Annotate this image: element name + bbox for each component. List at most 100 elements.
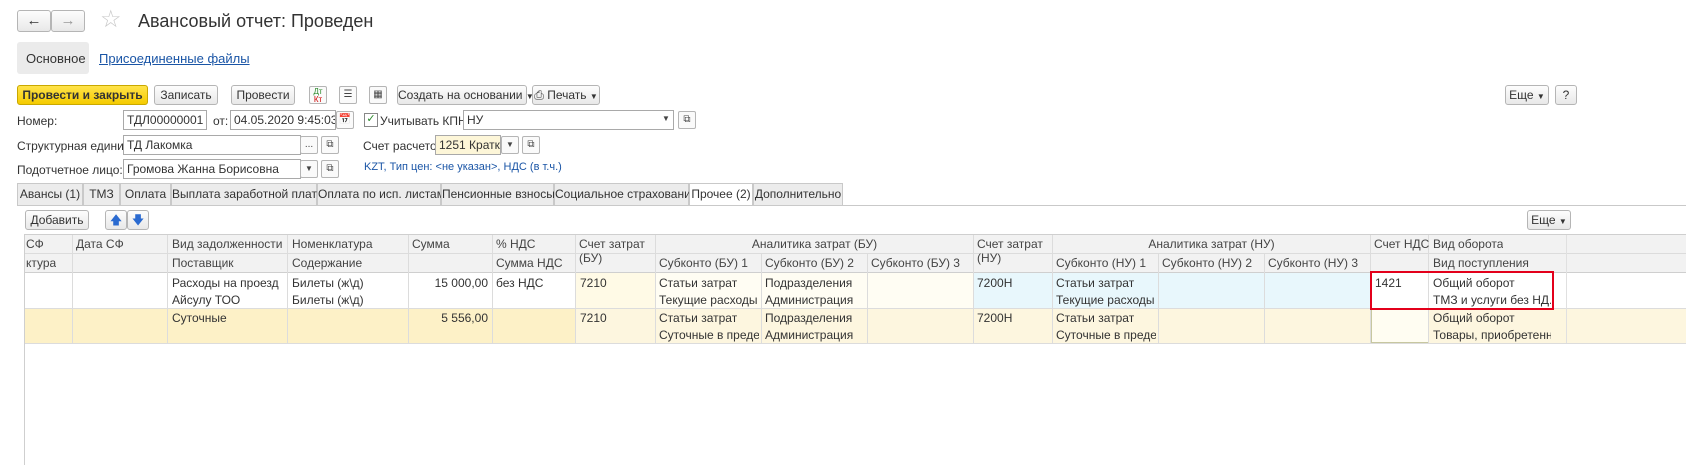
list-icon[interactable]: ☰ bbox=[339, 86, 357, 104]
section-main[interactable]: Основное bbox=[17, 42, 89, 74]
current-cell[interactable] bbox=[1371, 309, 1429, 343]
more-button[interactable]: Еще ▼ bbox=[1505, 85, 1549, 105]
row1-debt-type[interactable]: Расходы на проезд bbox=[172, 276, 279, 290]
col-sf-date[interactable]: Дата СФ bbox=[76, 237, 124, 251]
number-field[interactable]: ТДЛ00000001 bbox=[123, 110, 207, 130]
col-debt-type[interactable]: Вид задолженности bbox=[172, 237, 282, 251]
favorite-star-icon[interactable]: ☆ bbox=[100, 6, 122, 34]
dropdown-arrow-icon: ▼ bbox=[1536, 92, 1545, 101]
move-down-button[interactable]: 🡇 bbox=[127, 210, 149, 230]
row2-sub-bu2-b[interactable]: Администрация bbox=[765, 328, 853, 342]
account-label: Счет расчетов: bbox=[363, 139, 447, 153]
col-sub-nu2[interactable]: Субконто (НУ) 2 bbox=[1162, 256, 1252, 270]
row2-cost-acc-nu[interactable]: 7200Н bbox=[977, 311, 1012, 325]
col-factura[interactable]: ктура bbox=[26, 256, 56, 270]
account-dropdown-icon[interactable]: ▼ bbox=[501, 136, 519, 154]
person-open-icon[interactable]: ⧉ bbox=[321, 160, 339, 178]
tab-tmz[interactable]: ТМЗ bbox=[83, 183, 120, 205]
account-field[interactable]: 1251 Краткос bbox=[435, 135, 501, 155]
tab-payment[interactable]: Оплата bbox=[120, 183, 171, 205]
nu-open-icon[interactable]: ⧉ bbox=[678, 111, 696, 129]
col-analytics-nu: Аналитика затрат (НУ) bbox=[1148, 237, 1275, 251]
row1-sub-bu1-b[interactable]: Текущие расходы bbox=[659, 293, 758, 307]
row2-turnover-type[interactable]: Общий оборот bbox=[1433, 311, 1515, 325]
row2-sub-nu1-b[interactable]: Суточные в предел... bbox=[1056, 328, 1156, 342]
col-sum[interactable]: Сумма bbox=[412, 237, 450, 251]
row2-receipt-type[interactable]: Товары, приобретенн... bbox=[1433, 328, 1551, 342]
tab-additional[interactable]: Дополнительно bbox=[753, 183, 843, 205]
move-up-button[interactable]: 🡅 bbox=[105, 210, 127, 230]
col-vat-pct[interactable]: % НДС bbox=[496, 237, 535, 251]
row1-sub-nu1-a[interactable]: Статьи затрат bbox=[1056, 276, 1134, 290]
col-nomenclature[interactable]: Номенклатура bbox=[292, 237, 373, 251]
row1-sub-bu2-a[interactable]: Подразделения bbox=[765, 276, 852, 290]
row2-sub-bu2-a[interactable]: Подразделения bbox=[765, 311, 852, 325]
row1-sum[interactable]: 15 000,00 bbox=[408, 276, 488, 290]
col-supplier[interactable]: Поставщик bbox=[172, 256, 234, 270]
help-button[interactable]: ? bbox=[1555, 85, 1577, 105]
col-divider bbox=[761, 254, 762, 343]
calendar-icon[interactable]: 📅 bbox=[336, 111, 354, 129]
unit-select-icon[interactable]: ... bbox=[300, 136, 318, 154]
tab-advances[interactable]: Авансы (1) bbox=[17, 183, 83, 205]
kpn-checkbox[interactable]: ✓ bbox=[364, 113, 378, 127]
tab-social[interactable]: Социальное страхование bbox=[554, 183, 697, 205]
col-vat-acc[interactable]: Счет НДС bbox=[1374, 237, 1429, 251]
col-divider bbox=[72, 235, 73, 343]
forward-button[interactable]: → bbox=[51, 10, 85, 32]
col-vat-sum[interactable]: Сумма НДС bbox=[496, 256, 563, 270]
tab-other[interactable]: Прочее (2) bbox=[689, 183, 753, 206]
person-dropdown-icon[interactable]: ▼ bbox=[300, 160, 318, 178]
row1-nomenclature[interactable]: Билеты (ж\д) bbox=[292, 276, 364, 290]
row1-sub-bu1-a[interactable]: Статьи затрат bbox=[659, 276, 737, 290]
tab-pension[interactable]: Пенсионные взносы bbox=[441, 183, 555, 205]
print-button[interactable]: ⎙ Печать ▼ bbox=[532, 85, 600, 105]
col-sub-bu2[interactable]: Субконто (БУ) 2 bbox=[765, 256, 854, 270]
section-attachments-link[interactable]: Присоединенные файлы bbox=[99, 51, 250, 66]
tab-exec-lists[interactable]: Оплата по исп. листам bbox=[317, 183, 445, 205]
more-label: Еще bbox=[1509, 88, 1534, 102]
row1-vat-pct[interactable]: без НДС bbox=[496, 276, 543, 290]
create-based-on-button[interactable]: Создать на основании ▼ bbox=[397, 85, 534, 105]
row1-cost-acc-nu[interactable]: 7200Н bbox=[977, 276, 1012, 290]
row2-sum[interactable]: 5 556,00 bbox=[408, 311, 488, 325]
row2-sub-bu1-b[interactable]: Суточные в предел... bbox=[659, 328, 759, 342]
back-button[interactable]: ← bbox=[17, 10, 51, 32]
save-button[interactable]: Записать bbox=[154, 85, 218, 105]
col-cost-acc-bu[interactable]: Счет затрат (БУ) bbox=[579, 237, 651, 265]
unit-open-icon[interactable]: ⧉ bbox=[321, 136, 339, 154]
post-button[interactable]: Провести bbox=[231, 85, 295, 105]
col-sub-nu3[interactable]: Субконто (НУ) 3 bbox=[1268, 256, 1358, 270]
structure-icon[interactable]: ▦ bbox=[369, 86, 387, 104]
nu-select[interactable]: НУ bbox=[463, 110, 674, 130]
person-field[interactable]: Громова Жанна Борисовна bbox=[123, 159, 301, 179]
row1-cost-acc-bu[interactable]: 7210 bbox=[580, 276, 607, 290]
dt-kt-icon[interactable]: Дт Кт bbox=[309, 86, 327, 104]
date-field[interactable]: 04.05.2020 9:45:03 bbox=[230, 110, 336, 130]
row2-sub-bu1-a[interactable]: Статьи затрат bbox=[659, 311, 737, 325]
row2-debt-type[interactable]: Суточные bbox=[172, 311, 227, 325]
row1-supplier[interactable]: Айсулу ТОО bbox=[172, 293, 240, 307]
table-more-button[interactable]: Еще ▼ bbox=[1527, 210, 1571, 230]
row2-sub-nu1-a[interactable]: Статьи затрат bbox=[1056, 311, 1134, 325]
price-info-link[interactable]: KZT, Тип цен: <не указан>, НДС (в т.ч.) bbox=[364, 161, 562, 173]
row2-cost-acc-bu[interactable]: 7210 bbox=[580, 311, 607, 325]
print-label: Печать bbox=[547, 88, 587, 102]
account-open-icon[interactable]: ⧉ bbox=[522, 136, 540, 154]
row1-sub-bu2-b[interactable]: Администрация bbox=[765, 293, 853, 307]
col-sub-bu3[interactable]: Субконто (БУ) 3 bbox=[871, 256, 960, 270]
unit-field[interactable]: ТД Лакомка bbox=[123, 135, 301, 155]
post-and-close-button[interactable]: Провести и закрыть bbox=[17, 85, 148, 105]
tab-salary[interactable]: Выплата заработной платы bbox=[171, 183, 326, 205]
add-row-button[interactable]: Добавить bbox=[25, 210, 89, 230]
col-receipt-type[interactable]: Вид поступления bbox=[1433, 256, 1529, 270]
col-cost-acc-nu[interactable]: Счет затрат (НУ) bbox=[977, 237, 1049, 265]
col-content[interactable]: Содержание bbox=[292, 256, 362, 270]
row1-sub-nu1-b[interactable]: Текущие расходы bbox=[1056, 293, 1155, 307]
nu-dropdown-icon[interactable]: ▼ bbox=[657, 111, 675, 129]
row1-content[interactable]: Билеты (ж\д) bbox=[292, 293, 364, 307]
col-sf[interactable]: СФ bbox=[26, 237, 44, 251]
col-turnover-type[interactable]: Вид оборота bbox=[1433, 237, 1503, 251]
col-sub-bu1[interactable]: Субконто (БУ) 1 bbox=[659, 256, 748, 270]
col-sub-nu1[interactable]: Субконто (НУ) 1 bbox=[1056, 256, 1146, 270]
